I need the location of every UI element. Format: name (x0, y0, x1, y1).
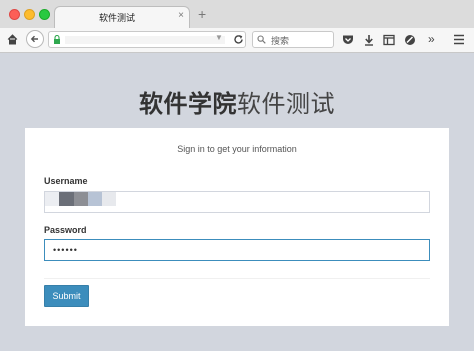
username-input[interactable] (44, 191, 430, 213)
minimize-window-button[interactable] (24, 9, 35, 20)
search-placeholder: 搜索 (271, 36, 290, 46)
pocket-icon[interactable] (342, 34, 354, 46)
heading-light-part: 软件测试 (237, 91, 335, 118)
reload-icon[interactable] (233, 34, 244, 45)
page-heading: 软件学院软件测试 (0, 84, 474, 119)
heading-bold-part: 软件学院 (139, 91, 237, 118)
window-titlebar: 软件测试 × + (0, 0, 474, 29)
form-divider (44, 278, 430, 279)
url-text-redacted (65, 36, 225, 44)
sync-icon[interactable] (404, 34, 416, 46)
hamburger-menu-icon[interactable] (453, 34, 465, 45)
library-icon[interactable] (383, 34, 395, 46)
card-title: Sign in to get your information (177, 144, 297, 154)
tab-title: 软件测试 (98, 13, 135, 23)
search-bar[interactable]: 搜索 (252, 31, 334, 48)
password-value: •••••• (53, 245, 78, 255)
home-icon[interactable] (7, 34, 18, 45)
password-input[interactable]: •••••• (44, 239, 430, 261)
username-value-redacted (45, 192, 116, 212)
overflow-menu-icon[interactable]: » (428, 31, 435, 47)
search-icon (257, 35, 266, 44)
close-window-button[interactable] (9, 9, 20, 20)
back-button[interactable] (26, 30, 44, 48)
url-bar[interactable]: ▼ (48, 31, 246, 48)
url-dropdown-icon[interactable]: ▼ (215, 33, 223, 42)
login-card: Sign in to get your information Username… (25, 128, 449, 326)
download-icon[interactable] (363, 34, 375, 46)
new-tab-button[interactable]: + (198, 7, 206, 21)
back-arrow-icon (30, 35, 38, 43)
tab-close-icon[interactable]: × (178, 10, 184, 21)
lock-icon (54, 35, 60, 44)
submit-button[interactable]: Submit (44, 285, 89, 307)
password-label: Password (44, 225, 87, 235)
browser-tab[interactable]: 软件测试 × (54, 6, 190, 28)
zoom-window-button[interactable] (39, 9, 50, 20)
username-label: Username (44, 176, 88, 186)
